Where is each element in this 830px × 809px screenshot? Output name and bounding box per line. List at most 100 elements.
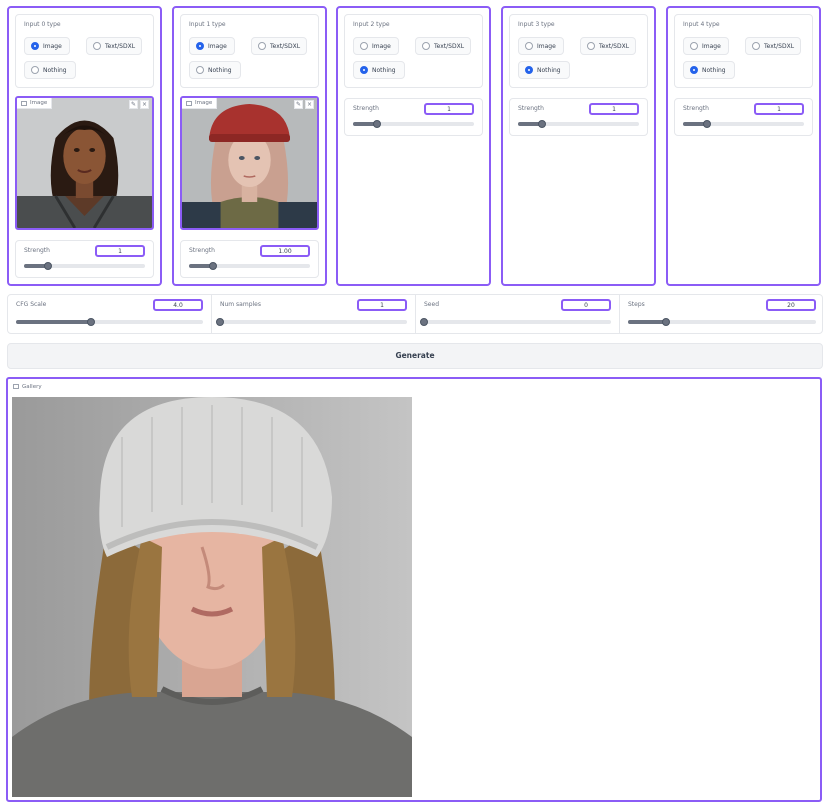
strength-slider[interactable] [683,120,804,128]
steps-input[interactable]: 20 [766,299,816,311]
input-type-radio-group: Input 3 type Image Text/SDXL Nothing [509,14,648,88]
slider-handle[interactable] [420,318,428,326]
image-icon [21,100,27,106]
strength-slider-block: Strength 1 [509,98,648,136]
setting-label: Steps [628,301,645,308]
radio-option-image[interactable]: Image [683,37,729,55]
num-samples-setting: Num samples 1 [212,295,416,333]
radio-unselected-icon [196,66,204,74]
image-label: Image [182,98,218,109]
close-icon[interactable]: × [305,100,314,109]
image-icon [186,100,192,106]
strength-number-input[interactable]: 1 [95,245,145,257]
strength-slider[interactable] [189,262,310,270]
strength-slider-block: Strength 1 [674,98,813,136]
radio-option-nothing[interactable]: Nothing [683,61,735,79]
strength-label: Strength [683,105,709,112]
image-icon [13,384,19,389]
image-label: Image [17,98,53,109]
slider-handle[interactable] [44,262,53,270]
slider-handle[interactable] [373,120,382,128]
setting-label: Seed [424,301,439,308]
gallery-label: Gallery [10,381,45,392]
slider-handle[interactable] [538,120,547,128]
slider-handle[interactable] [661,318,670,326]
strength-label: Strength [189,247,215,254]
generation-settings-row: CFG Scale 4.0 Num samples 1 Seed 0 Steps… [7,294,823,334]
radio-option-text-sdxl[interactable]: Text/SDXL [580,37,636,55]
seed-setting: Seed 0 [416,295,620,333]
input-column-3: Input 3 type Image Text/SDXL Nothing Str… [501,6,656,286]
setting-label: CFG Scale [16,301,47,308]
strength-number-input[interactable]: 1 [589,103,639,115]
radio-option-text-sdxl[interactable]: Text/SDXL [745,37,801,55]
num-samples-slider[interactable] [216,318,407,326]
radio-selected-icon [196,42,204,50]
seed-slider[interactable] [420,318,611,326]
input-type-label: Input 1 type [189,21,226,28]
strength-number-input[interactable]: 1.00 [260,245,310,257]
slider-handle[interactable] [86,318,95,326]
strength-slider[interactable] [518,120,639,128]
close-icon[interactable]: × [140,100,149,109]
radio-option-text-sdxl[interactable]: Text/SDXL [415,37,471,55]
image-upload-0[interactable]: Image ✎ × [15,96,154,230]
pencil-icon[interactable]: ✎ [129,100,138,109]
pencil-icon[interactable]: ✎ [294,100,303,109]
generate-button[interactable]: Generate [7,343,823,369]
cfg-scale-setting: CFG Scale 4.0 [8,295,212,333]
input-type-label: Input 0 type [24,21,61,28]
input-column-4: Input 4 type Image Text/SDXL Nothing Str… [666,6,821,286]
input-type-label: Input 2 type [353,21,390,28]
radio-unselected-icon [422,42,430,50]
radio-unselected-icon [690,42,698,50]
gallery: Gallery [6,377,822,802]
portrait-image-woman [17,98,152,228]
strength-number-input[interactable]: 1 [754,103,804,115]
input-type-radio-group: Input 4 type Image Text/SDXL Nothing [674,14,813,88]
gallery-output-image[interactable] [12,397,412,797]
radio-option-text-sdxl[interactable]: Text/SDXL [251,37,307,55]
image-upload-1[interactable]: Image ✎ × [180,96,319,230]
strength-slider[interactable] [353,120,474,128]
num-samples-input[interactable]: 1 [357,299,407,311]
radio-unselected-icon [31,66,39,74]
radio-option-image[interactable]: Image [353,37,399,55]
strength-slider-block: Strength 1.00 [180,240,319,278]
strength-slider-block: Strength 1 [344,98,483,136]
radio-option-image[interactable]: Image [189,37,235,55]
seed-input[interactable]: 0 [561,299,611,311]
radio-selected-icon [360,66,368,74]
slider-handle[interactable] [216,318,224,326]
input-type-radio-group: Input 1 type Image Text/SDXL Nothing [180,14,319,88]
input-column-0: Input 0 type Image Text/SDXL Nothing Ima… [7,6,162,286]
input-type-label: Input 4 type [683,21,720,28]
steps-slider[interactable] [628,318,816,326]
radio-option-nothing[interactable]: Nothing [518,61,570,79]
radio-selected-icon [31,42,39,50]
cfg-scale-slider[interactable] [16,318,203,326]
setting-label: Num samples [220,301,261,308]
radio-unselected-icon [752,42,760,50]
radio-option-nothing[interactable]: Nothing [24,61,76,79]
input-column-2: Input 2 type Image Text/SDXL Nothing Str… [336,6,491,286]
radio-unselected-icon [525,42,533,50]
steps-setting: Steps 20 [620,295,824,333]
radio-option-image[interactable]: Image [518,37,564,55]
slider-handle[interactable] [209,262,218,270]
strength-slider[interactable] [24,262,145,270]
strength-number-input[interactable]: 1 [424,103,474,115]
radio-option-nothing[interactable]: Nothing [189,61,241,79]
strength-slider-block: Strength 1 [15,240,154,278]
radio-option-nothing[interactable]: Nothing [353,61,405,79]
radio-option-text-sdxl[interactable]: Text/SDXL [86,37,142,55]
radio-unselected-icon [587,42,595,50]
slider-handle[interactable] [703,120,712,128]
radio-option-image[interactable]: Image [24,37,70,55]
cfg-scale-input[interactable]: 4.0 [153,299,203,311]
radio-unselected-icon [258,42,266,50]
input-type-label: Input 3 type [518,21,555,28]
radio-selected-icon [525,66,533,74]
input-column-1: Input 1 type Image Text/SDXL Nothing Ima… [172,6,327,286]
strength-label: Strength [353,105,379,112]
